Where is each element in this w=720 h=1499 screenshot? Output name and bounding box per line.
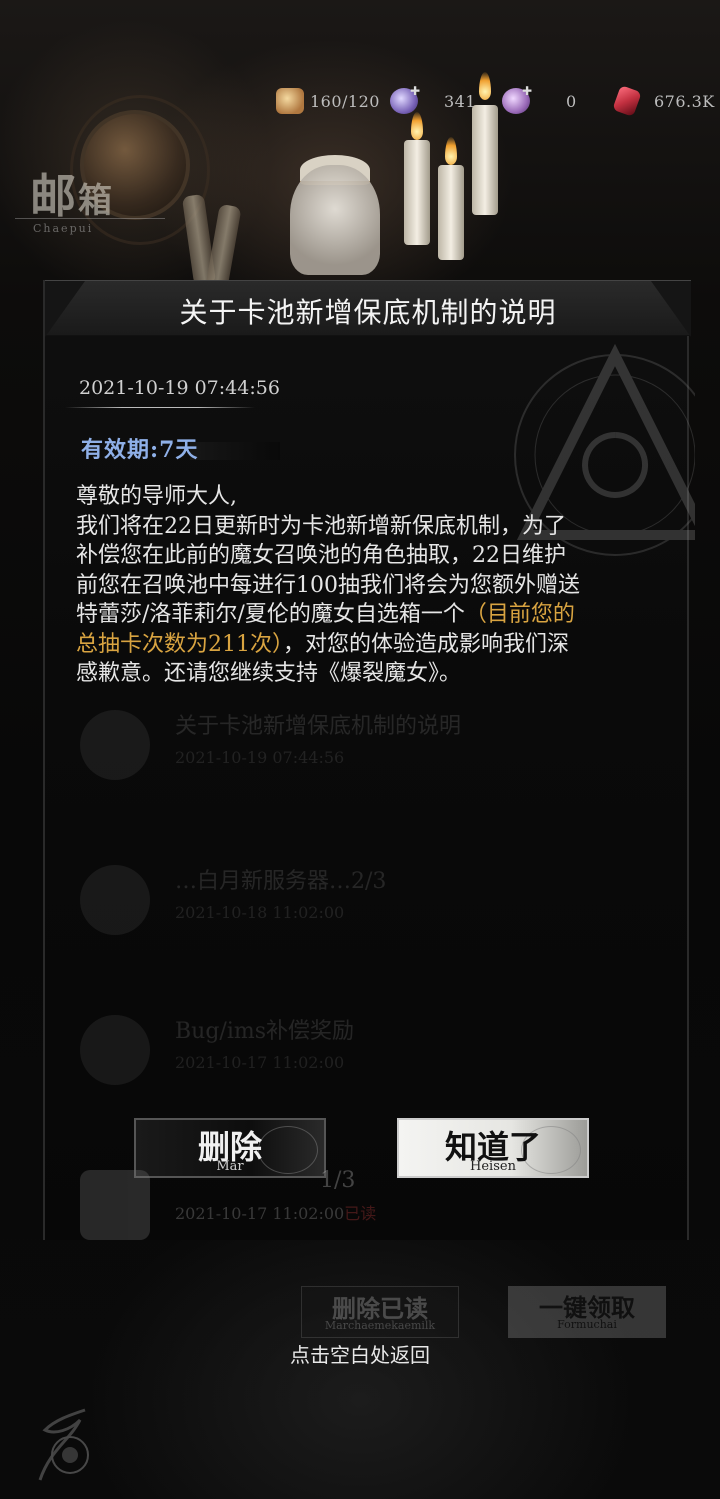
gem-icon (80, 1170, 150, 1240)
candle-flame-icon (411, 112, 423, 140)
mailbox-title: 邮箱 (30, 169, 114, 223)
claim-all-button[interactable]: 一键领取 Formuchai (508, 1286, 666, 1338)
list-item: …白月新服务器…2/3 2021-10-18 11:02:00 (80, 855, 640, 955)
flower-decoration-icon (38, 1408, 89, 1481)
resource-premium-crystal[interactable]: ✚ 0 (502, 84, 577, 116)
body-line: 特蕾莎/洛菲莉尔/夏伦的魔女自选箱一个（目前您的 (76, 602, 575, 627)
resource-value: 0 (566, 91, 577, 111)
candle-decoration (404, 140, 430, 245)
draw-count-highlight: 总抽卡次数为211次） (76, 631, 283, 657)
dialog-title: 关于卡池新增保底机制的说明 (179, 296, 557, 329)
resource-value: 341 (444, 91, 477, 111)
resource-ruby[interactable]: 676.3K (612, 85, 715, 117)
draw-count-highlight: （目前您的 (464, 602, 575, 627)
mail-date: 2021-10-19 07:44:56 (79, 377, 280, 399)
resource-value: 676.3K (654, 91, 715, 111)
resource-crystal[interactable]: ✚ 341 (390, 84, 477, 116)
candle-flame-icon (445, 137, 457, 165)
snowman-decoration (290, 165, 380, 275)
plus-icon[interactable]: ✚ (522, 84, 532, 98)
ruby-icon (612, 85, 642, 117)
date-divider (65, 407, 255, 408)
mail-envelope-icon (80, 710, 150, 780)
title-divider (15, 218, 165, 219)
resource-value: 160/120 (310, 91, 380, 111)
list-item: 1/3 2021-10-17 11:02:00已读 (80, 1160, 640, 1260)
body-line: 尊敬的导师大人, (76, 484, 237, 509)
dialog-header: 关于卡池新增保底机制的说明 (45, 280, 691, 336)
body-line: 感歉意。还请您继续支持《爆裂魔女》。 (76, 661, 462, 686)
mail-envelope-icon (80, 1015, 150, 1085)
body-line: 总抽卡次数为211次），对您的体验造成影响我们深 (76, 631, 570, 657)
mail-body: 尊敬的导师大人, 我们将在22日更新时为卡池新增新保底机制，为了 补偿您在此前的… (76, 482, 636, 689)
candle-decoration (438, 165, 464, 260)
delete-read-button[interactable]: 删除已读 Marchaemekaemilk (301, 1286, 459, 1338)
candle-flame-icon (479, 72, 491, 100)
candle-decoration (472, 105, 498, 215)
list-item: 关于卡池新增保底机制的说明 2021-10-19 07:44:56 (80, 700, 640, 800)
list-item: Bug/ims补偿奖励 2021-10-17 11:02:00 (80, 1005, 640, 1105)
validity-bar (190, 442, 280, 460)
resource-stamina[interactable]: 160/120 (276, 86, 380, 116)
validity-label: 有效期:7天 (81, 437, 199, 463)
plus-icon[interactable]: ✚ (410, 84, 420, 98)
crystal-icon: ✚ (390, 84, 420, 114)
body-line: 补偿您在此前的魔女召唤池的角色抽取，22日维护 (76, 543, 566, 568)
mail-envelope-icon (80, 865, 150, 935)
body-line: 前您在召唤池中每进行100抽我们将会为您额外赠送 (76, 572, 580, 598)
mailbox-subtitle: Chaepui (33, 222, 94, 235)
premium-crystal-icon: ✚ (502, 84, 532, 114)
body-line: 我们将在22日更新时为卡池新增新保底机制，为了 (76, 513, 566, 539)
stamina-icon (276, 88, 304, 114)
